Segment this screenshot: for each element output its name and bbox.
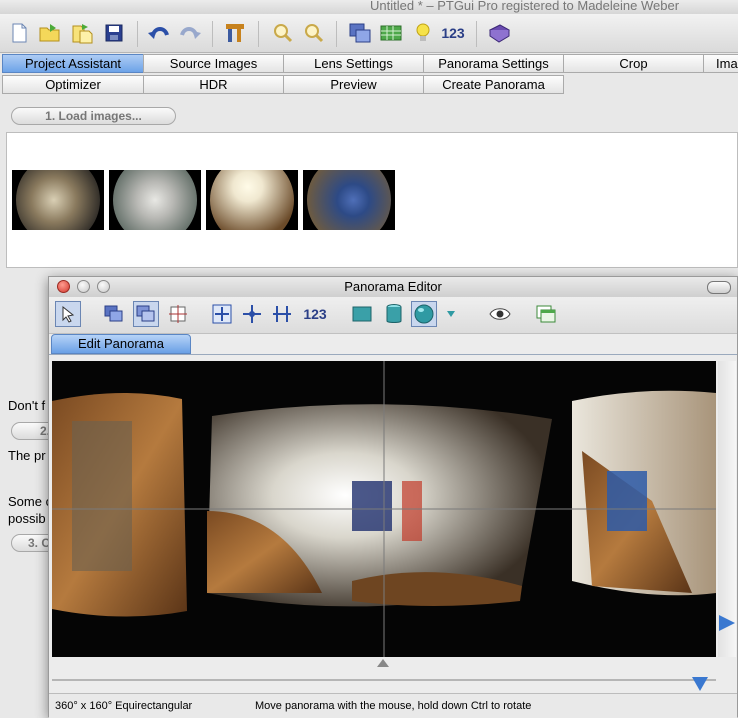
minimize-window-button[interactable]	[77, 280, 90, 293]
horizontal-slider-track	[52, 659, 716, 681]
thumbnail-strip	[6, 132, 738, 268]
tab-image-parameters[interactable]: Ima	[703, 54, 738, 73]
save-icon[interactable]	[101, 20, 127, 46]
load-images-button[interactable]: 1. Load images...	[11, 107, 176, 125]
thumbnail-image-3[interactable]	[206, 170, 298, 230]
straighten-icon[interactable]	[269, 301, 295, 327]
tab-optimizer[interactable]: Optimizer	[2, 75, 144, 94]
toolbar-separator	[258, 21, 259, 47]
tab-create-panorama[interactable]: Create Panorama	[423, 75, 564, 94]
thumbnail-image-4[interactable]	[303, 170, 395, 230]
open-folder-icon[interactable]	[37, 20, 63, 46]
tools-icon[interactable]	[222, 20, 248, 46]
projection-status: 360° x 160° Equirectangular	[55, 700, 193, 712]
tab-underline	[49, 354, 737, 355]
main-toolbar: 123	[0, 14, 738, 53]
numeric-transform-icon[interactable]: 123	[299, 301, 331, 327]
tab-source-images[interactable]: Source Images	[143, 54, 284, 73]
tab-edit-panorama[interactable]: Edit Panorama	[51, 334, 191, 354]
zoom-in-icon[interactable]	[270, 20, 296, 46]
slider-groove	[52, 679, 716, 681]
tab-hdr[interactable]: HDR	[143, 75, 284, 94]
open-recent-icon[interactable]	[69, 20, 95, 46]
crosshair-icon[interactable]	[165, 301, 191, 327]
editor-title: Panorama Editor	[344, 279, 442, 294]
undo-icon[interactable]	[146, 20, 172, 46]
toolbar-separator	[137, 21, 138, 47]
center-point-icon[interactable]	[239, 301, 265, 327]
editor-status-bar: 360° x 160° Equirectangular Move panoram…	[49, 693, 737, 718]
close-window-button[interactable]	[57, 280, 70, 293]
thumbnail-image-1[interactable]	[12, 170, 104, 230]
window-layout-icon[interactable]	[533, 301, 559, 327]
projection-dropdown-icon[interactable]	[443, 301, 459, 327]
tab-row-2: Optimizer HDR Preview Create Panorama	[2, 75, 738, 95]
zoom-window-button[interactable]	[97, 280, 110, 293]
toolbar-separator	[212, 21, 213, 47]
lightbulb-icon[interactable]	[410, 20, 436, 46]
tab-row-1: Project Assistant Source Images Lens Set…	[2, 54, 738, 74]
help-book-icon[interactable]	[486, 20, 512, 46]
new-document-icon[interactable]	[6, 20, 32, 46]
cylindrical-projection-icon[interactable]	[381, 301, 407, 327]
preview-eye-icon[interactable]	[487, 301, 513, 327]
step2-description: The pr	[8, 448, 46, 463]
zoom-out-icon[interactable]	[301, 20, 327, 46]
move-images-icon[interactable]	[101, 301, 127, 327]
rectilinear-projection-icon[interactable]	[349, 301, 375, 327]
toolbar-toggle-button[interactable]	[707, 281, 731, 294]
thumbnail-image-2[interactable]	[109, 170, 201, 230]
step2-text: Don't f	[8, 398, 46, 413]
tab-panorama-settings[interactable]: Panorama Settings	[423, 54, 564, 73]
panorama-editor-window: Panorama Editor 123 Edit Panorama 360° x…	[48, 276, 738, 718]
select-tool-icon[interactable]	[55, 301, 81, 327]
vertical-slider-track	[718, 361, 736, 657]
toolbar-separator	[476, 21, 477, 47]
hint-status: Move panorama with the mouse, hold down …	[255, 700, 532, 712]
tab-crop[interactable]: Crop	[563, 54, 704, 73]
spherical-projection-icon[interactable]	[411, 301, 437, 327]
step3-text-line2: possib	[8, 511, 46, 526]
tab-preview[interactable]: Preview	[283, 75, 424, 94]
horizontal-slider-handle[interactable]	[692, 677, 708, 691]
step3-text-line1: Some c	[8, 494, 53, 509]
panorama-editor-icon[interactable]	[347, 20, 373, 46]
numbers-icon[interactable]: 123	[438, 20, 468, 46]
toolbar-separator	[336, 21, 337, 47]
window-title: Untitled * – PTGui Pro registered to Mad…	[370, 0, 680, 13]
vertical-slider-handle[interactable]	[719, 615, 735, 631]
editor-title-bar: Panorama Editor	[49, 277, 737, 297]
tab-lens-settings[interactable]: Lens Settings	[283, 54, 424, 73]
edit-individual-image-icon[interactable]	[133, 301, 159, 327]
panorama-canvas[interactable]	[52, 361, 716, 657]
fit-panorama-icon[interactable]	[209, 301, 235, 327]
redo-icon[interactable]	[177, 20, 203, 46]
panorama-image	[52, 361, 716, 657]
window-title-bar: Untitled * – PTGui Pro registered to Mad…	[0, 0, 738, 14]
tab-project-assistant[interactable]: Project Assistant	[2, 54, 144, 73]
editor-toolbar: 123	[49, 297, 737, 334]
table-editor-icon[interactable]	[378, 20, 404, 46]
horizontal-position-marker	[377, 659, 389, 667]
